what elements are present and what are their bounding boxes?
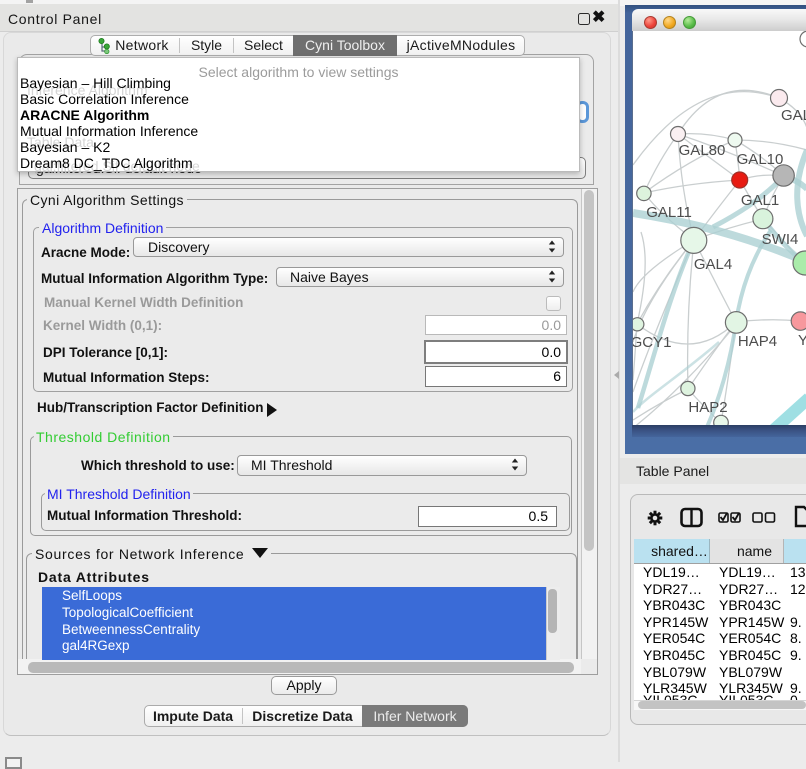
svg-text:GAL11: GAL11 [646,204,692,221]
svg-text:YM: YM [798,332,806,349]
svg-text:HAP4: HAP4 [738,333,777,350]
svg-text:GAL1: GAL1 [741,192,779,209]
svg-text:HAP2: HAP2 [688,399,727,416]
svg-text:GAL2: GAL2 [781,107,806,124]
svg-text:SWI4: SWI4 [762,231,799,248]
svg-text:GAL80: GAL80 [679,142,726,159]
svg-text:GCY1: GCY1 [633,334,671,351]
svg-text:GAL10: GAL10 [737,151,784,168]
svg-text:GAL4: GAL4 [694,256,732,273]
